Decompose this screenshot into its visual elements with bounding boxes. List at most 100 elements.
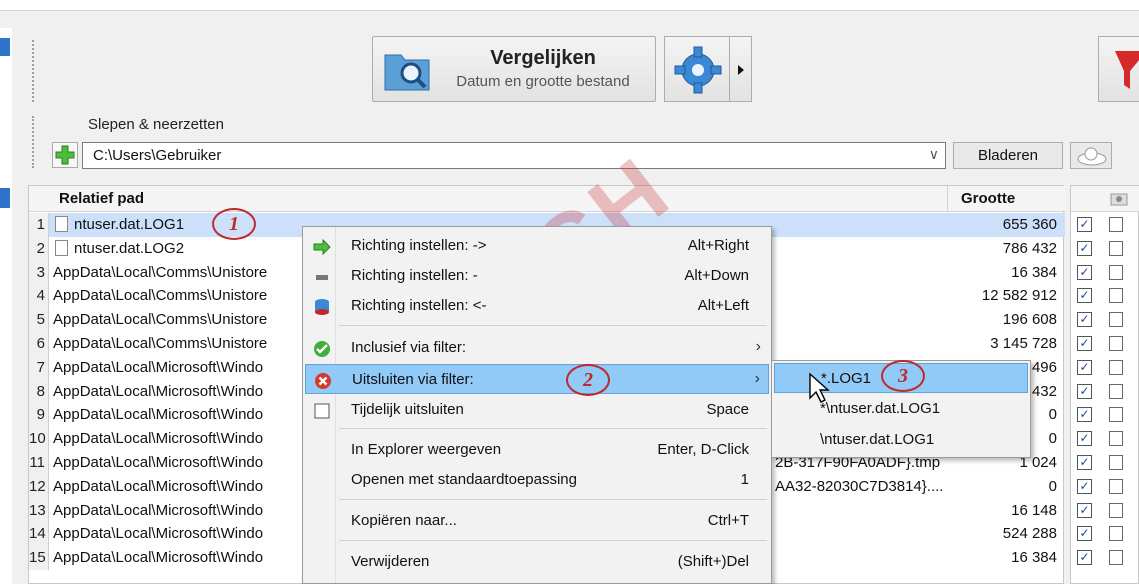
row-checkbox[interactable]: ✓ — [1077, 359, 1092, 375]
submenu-item-exact-path[interactable]: \ntuser.dat.LOG1 — [774, 425, 1028, 455]
row-checkbox[interactable]: ✓ — [1077, 336, 1092, 351]
menu-item-direction-right[interactable]: Richting instellen: -> Alt+Right — [305, 231, 769, 261]
copy-action-icon[interactable] — [1109, 526, 1123, 542]
row-size: 432 — [1031, 382, 1057, 400]
copy-action-icon[interactable] — [1109, 431, 1123, 447]
plus-icon — [55, 145, 75, 165]
copy-action-icon[interactable] — [1109, 478, 1123, 494]
row-number: 13 — [29, 498, 49, 523]
row-checkbox[interactable]: ✓ — [1077, 502, 1092, 518]
table-header: Relatief pad Grootte — [29, 186, 1065, 212]
browse-button[interactable]: Bladeren — [953, 142, 1063, 169]
callout-2: 2 — [566, 364, 610, 396]
menu-item-direction-left[interactable]: Richting instellen: <- Alt+Left — [305, 291, 769, 321]
drag-drop-label: Slepen & neerzetten — [88, 116, 224, 133]
copy-action-icon[interactable] — [1109, 288, 1123, 304]
row-size: 524 288 — [1002, 525, 1057, 543]
folder-search-icon — [384, 54, 430, 91]
row-checkbox[interactable]: ✓ — [1077, 478, 1092, 494]
row-size: 12 582 912 — [981, 287, 1057, 305]
chevron-down-icon[interactable]: ∨ — [929, 146, 939, 163]
row-checkbox[interactable]: ✓ — [1077, 288, 1092, 304]
row-number: 12 — [29, 474, 49, 499]
copy-action-icon[interactable] — [1109, 455, 1123, 470]
file-icon — [55, 216, 68, 232]
row-size: 16 384 — [1011, 263, 1057, 281]
settings-button[interactable] — [664, 36, 730, 102]
row-number: 11 — [29, 451, 49, 475]
copy-action-icon[interactable] — [1109, 383, 1123, 399]
copy-action-icon[interactable] — [1109, 359, 1123, 375]
menu-item-include-filter[interactable]: Inclusief via filter: › — [305, 333, 769, 363]
mouse-cursor-icon — [809, 372, 830, 403]
row-number: 8 — [29, 379, 49, 404]
row-checkbox[interactable]: ✓ — [1077, 431, 1092, 447]
copy-action-icon[interactable] — [1109, 336, 1123, 351]
row-checkbox[interactable]: ✓ — [1077, 217, 1092, 232]
x-circle-icon — [315, 373, 331, 389]
column-header-size[interactable]: Grootte — [961, 190, 1015, 207]
cloud-icon — [1077, 147, 1107, 166]
row-checkbox[interactable]: ✓ — [1077, 550, 1092, 566]
copy-action-icon[interactable] — [1109, 217, 1123, 232]
row-number: 6 — [29, 332, 49, 356]
row-number: 2 — [29, 236, 49, 261]
row-path-tail: AA32-82030C7D3814}.... — [775, 477, 944, 495]
row-path: ntuser.dat.LOG1 — [53, 213, 303, 236]
row-number: 5 — [29, 308, 49, 332]
row-checkbox[interactable]: ✓ — [1077, 455, 1092, 470]
copy-action-icon[interactable] — [1109, 264, 1123, 280]
callout-1: 1 — [212, 208, 256, 240]
row-checkbox[interactable]: ✓ — [1077, 407, 1092, 423]
row-checkbox[interactable]: ✓ — [1077, 526, 1092, 542]
chevron-right-icon: › — [754, 370, 760, 387]
row-checkbox[interactable]: ✓ — [1077, 240, 1092, 256]
dash-icon — [316, 275, 328, 280]
menu-item-temp-exclude[interactable]: Tijdelijk uitsluiten Space — [305, 395, 769, 425]
settings-dropdown-button[interactable] — [730, 36, 752, 102]
copy-action-icon[interactable] — [1109, 502, 1123, 518]
row-path-text: AppData\Local\Microsoft\Windo — [53, 382, 264, 400]
row-size: 3 145 728 — [990, 335, 1057, 352]
arrow-right-icon — [313, 238, 331, 256]
compare-title: Vergelijken — [490, 47, 596, 69]
filter-button[interactable] — [1098, 36, 1139, 102]
camera-icon — [1110, 193, 1128, 206]
row-checkbox[interactable]: ✓ — [1077, 312, 1092, 328]
row-size: 16 148 — [1011, 501, 1057, 519]
copy-action-icon[interactable] — [1109, 240, 1123, 256]
row-checkbox[interactable]: ✓ — [1077, 383, 1092, 399]
row-path: AppData\Local\Comms\Unistore — [53, 261, 303, 284]
copy-action-icon[interactable] — [1109, 312, 1123, 328]
row-path: AppData\Local\Microsoft\Windo — [53, 427, 303, 450]
row-path: ntuser.dat.LOG2 — [53, 237, 303, 260]
pathbar-grip[interactable] — [32, 116, 36, 168]
left-edge-panel — [0, 28, 12, 584]
row-path: AppData\Local\Comms\Unistore — [53, 332, 303, 355]
copy-action-icon[interactable] — [1109, 550, 1123, 566]
row-path: AppData\Local\Microsoft\Windo — [53, 403, 303, 426]
context-menu: Richting instellen: -> Alt+Right Richtin… — [302, 226, 772, 584]
row-path-text: AppData\Local\Microsoft\Windo — [53, 406, 264, 424]
row-checkbox[interactable]: ✓ — [1077, 264, 1092, 280]
menu-item-open-default-app[interactable]: Openen met standaardtoepassing 1 — [305, 465, 769, 495]
menu-item-show-in-explorer[interactable]: In Explorer weergeven Enter, D-Click — [305, 435, 769, 465]
row-path-text: AppData\Local\Microsoft\Windo — [53, 454, 264, 471]
menu-item-delete[interactable]: Verwijderen (Shift+)Del — [305, 547, 769, 577]
menu-item-direction-none[interactable]: Richting instellen: - Alt+Down — [305, 261, 769, 291]
copy-action-icon[interactable] — [1109, 407, 1123, 423]
cloud-button[interactable] — [1070, 142, 1112, 169]
row-size: 0 — [1048, 477, 1057, 495]
right-panel-header — [1071, 186, 1139, 212]
toolbar-grip[interactable] — [32, 40, 36, 102]
right-side-panel: ✓ ✓ ✓ ✓ ✓ ✓ ✓ ✓ ✓ ✓ ✓ ✓ ✓ ✓ ✓ — [1070, 185, 1139, 584]
check-circle-icon — [314, 341, 330, 357]
column-header-path[interactable]: Relatief pad — [59, 190, 144, 207]
row-number: 15 — [29, 546, 49, 570]
folder-path-input[interactable]: C:\Users\Gebruiker ∨ — [82, 142, 946, 169]
menu-item-copy-to[interactable]: Kopiëren naar... Ctrl+T — [305, 506, 769, 536]
compare-button[interactable]: Vergelijken Datum en grootte bestand — [372, 36, 656, 102]
row-number: 7 — [29, 355, 49, 380]
menu-item-exclude-filter[interactable]: Uitsluiten via filter: › — [305, 364, 769, 394]
add-folder-button[interactable] — [52, 142, 78, 168]
